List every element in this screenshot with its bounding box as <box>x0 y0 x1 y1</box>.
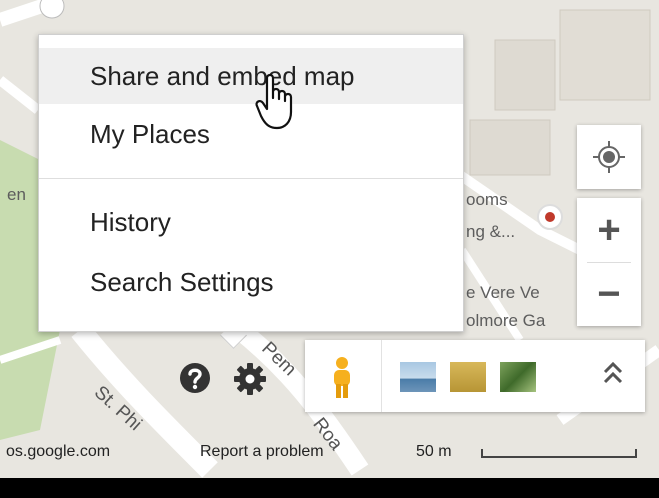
footer-domain-link[interactable]: os.google.com <box>6 443 110 461</box>
map-label: olmore Ga <box>466 311 546 330</box>
my-location-icon <box>593 141 625 173</box>
zoom-in-button[interactable]: + <box>577 198 641 262</box>
menu-item-search-settings[interactable]: Search Settings <box>39 254 463 310</box>
poi-marker-icon[interactable] <box>537 204 563 230</box>
zoom-out-button[interactable]: − <box>577 262 641 326</box>
chevron-up-icon[interactable] <box>601 358 625 396</box>
menu-item-my-places[interactable]: My Places <box>39 106 463 162</box>
bottom-bar <box>0 478 659 498</box>
map-label: en <box>7 185 26 204</box>
imagery-strip <box>305 340 645 412</box>
menu-divider <box>39 178 463 179</box>
imagery-thumbnail[interactable] <box>400 362 436 392</box>
strip-divider <box>381 340 382 412</box>
menu-item-history[interactable]: History <box>39 194 463 250</box>
map-label: e Vere Ve <box>466 283 540 302</box>
map-label: ooms <box>466 190 508 209</box>
map-label: ng &... <box>466 222 516 241</box>
imagery-thumbnail[interactable] <box>500 362 536 392</box>
zoom-control: + − <box>577 198 641 326</box>
help-icon[interactable] <box>178 361 212 395</box>
gear-icon[interactable] <box>232 361 268 397</box>
my-location-button[interactable] <box>577 125 641 189</box>
report-problem-link[interactable]: Report a problem <box>200 443 324 461</box>
scale-label: 50 m <box>416 443 452 460</box>
menu-item-share-embed[interactable]: Share and embed map <box>39 48 463 104</box>
map-footer: os.google.com Report a problem 50 m <box>0 435 659 471</box>
pegman-icon[interactable] <box>327 356 357 400</box>
scale-bar <box>481 449 637 458</box>
settings-menu: Share and embed map My Places History Se… <box>38 34 464 332</box>
imagery-thumbnail[interactable] <box>450 362 486 392</box>
hand-cursor-icon <box>255 73 293 130</box>
